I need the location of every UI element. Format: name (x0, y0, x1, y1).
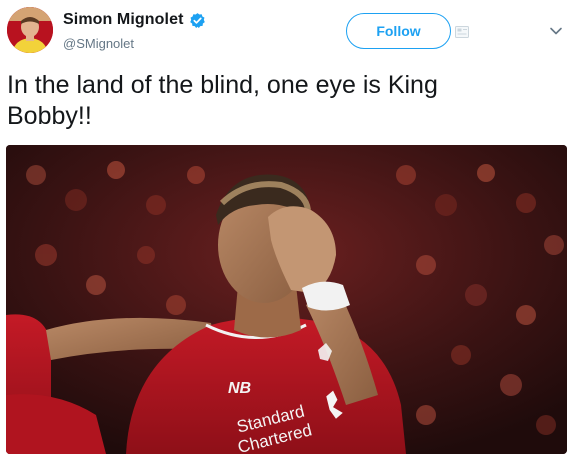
tweet-media-photo[interactable]: NB Standard Chartered (6, 145, 567, 454)
twitter-card-icon (455, 26, 469, 38)
author-handle[interactable]: @SMignolet (63, 36, 134, 51)
media-image: NB Standard Chartered (6, 145, 567, 454)
author-display-name[interactable]: Simon Mignolet (63, 11, 184, 29)
author-name-row[interactable]: Simon Mignolet (63, 11, 206, 29)
kit-brand-logo: NB (228, 380, 251, 397)
avatar[interactable] (7, 7, 53, 53)
follow-button[interactable]: Follow (346, 13, 451, 49)
tweet-text-line-1: In the land of the blind, one eye is Kin… (7, 71, 438, 99)
chevron-down-icon[interactable] (549, 25, 563, 37)
verified-badge-icon (189, 12, 205, 28)
tweet-card: Simon Mignolet @SMignolet Follow In the … (0, 0, 572, 458)
tweet-text: In the land of the blind, one eye is Kin… (7, 70, 547, 132)
tweet-text-line-2: Bobby!! (7, 102, 92, 130)
avatar-image (7, 7, 53, 53)
